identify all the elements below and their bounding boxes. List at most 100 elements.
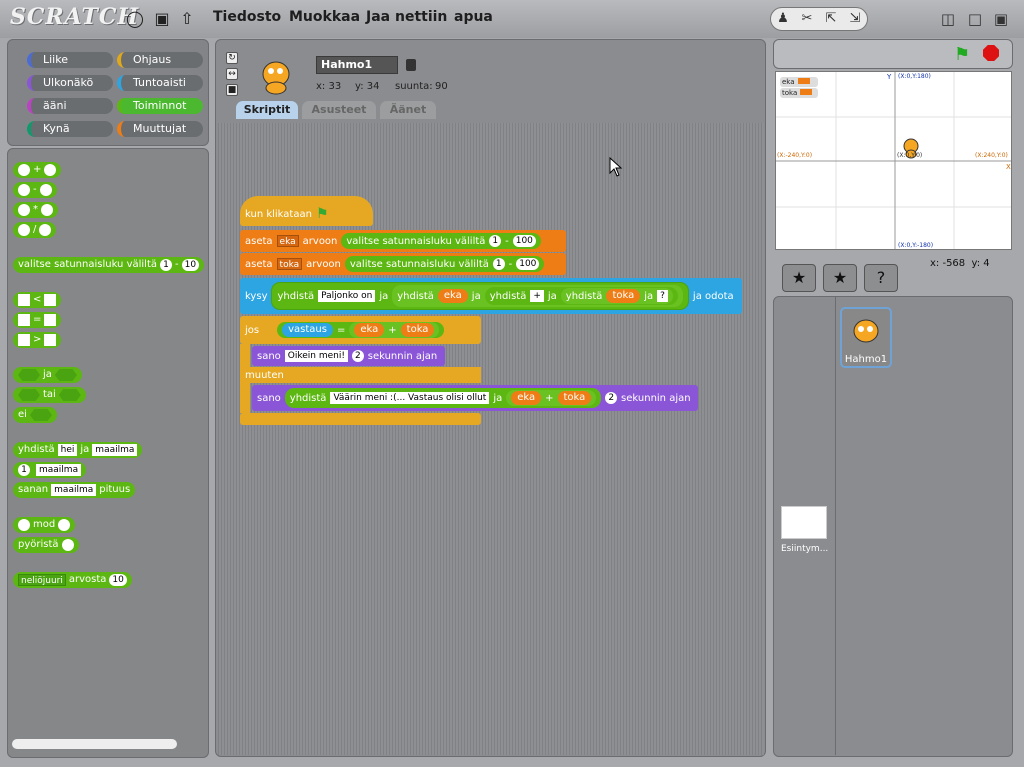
block-add[interactable]: +: [13, 162, 62, 178]
block-join[interactable]: yhdistä hei ja maailma: [13, 442, 143, 458]
join-text[interactable]: ?: [657, 290, 668, 302]
lock-icon[interactable]: [406, 59, 416, 71]
block-greater-than[interactable]: >: [13, 332, 62, 348]
letter-index[interactable]: 1: [18, 464, 30, 476]
flip-icon[interactable]: ↔: [226, 68, 238, 80]
block-or[interactable]: tai: [13, 387, 86, 403]
block-length-of[interactable]: sanan maailma pituus: [13, 482, 136, 498]
random-to[interactable]: 10: [181, 259, 200, 271]
grow-icon[interactable]: ⇱: [821, 10, 841, 28]
random-to[interactable]: 100: [512, 235, 536, 247]
delete-icon[interactable]: ✂: [797, 10, 817, 28]
block-mod[interactable]: mod: [13, 517, 76, 533]
add-reporter[interactable]: eka + toka: [506, 390, 597, 406]
join-reporter[interactable]: yhdistä Paljonko on ja yhdistä eka ja yhdistä +…: [271, 282, 689, 310]
block-sqrt[interactable]: neliöjuuri arvosta 10: [13, 572, 132, 588]
sprite-thumbnail-hahmo1[interactable]: Hahmo1: [840, 307, 892, 368]
tab-sounds[interactable]: Äänet: [380, 101, 436, 119]
block-set-toka[interactable]: aseta toka arvoon valitse satunnaisluku väl…: [240, 253, 566, 275]
join-text[interactable]: Väärin meni :(... Vastaus olisi ollut: [330, 392, 490, 404]
category-control[interactable]: Ohjaus: [117, 52, 203, 68]
block-say-correct[interactable]: sano Oikein meni! 2 sekunnin ajan: [252, 346, 445, 366]
presentation-icon[interactable]: ▣: [990, 10, 1012, 28]
globe-icon[interactable]: ◯: [126, 10, 144, 28]
paint-sprite-icon[interactable]: ★: [782, 264, 816, 292]
variable-toka[interactable]: toka: [400, 323, 435, 337]
random-from[interactable]: 1: [489, 235, 502, 247]
block-multiply[interactable]: *: [13, 202, 58, 218]
variable-toka[interactable]: toka: [606, 289, 641, 303]
answer-reporter[interactable]: vastaus: [282, 323, 333, 337]
equals-reporter[interactable]: vastaus = eka + toka: [277, 322, 445, 338]
surprise-sprite-icon[interactable]: ?: [864, 264, 898, 292]
block-equals[interactable]: =: [13, 312, 62, 328]
join-reporter[interactable]: yhdistä Väärin meni :(... Vastaus olisi o…: [284, 388, 602, 408]
join-reporter[interactable]: yhdistä + ja yhdistä toka ja?: [484, 287, 678, 305]
shrink-icon[interactable]: ⇲: [845, 10, 865, 28]
menu-file[interactable]: Tiedosto: [213, 9, 281, 25]
variable-dropdown[interactable]: eka: [276, 235, 299, 247]
block-ask-and-wait[interactable]: kysy yhdistä Paljonko on ja yhdistä eka ja yhdi…: [240, 278, 742, 314]
block-not[interactable]: ei: [13, 407, 57, 423]
block-set-eka[interactable]: aseta eka arvoon valitse satunnaisluku väli…: [240, 230, 566, 252]
menu-share[interactable]: Jaa nettiin: [366, 9, 447, 25]
say-seconds[interactable]: 2: [605, 392, 618, 404]
join-text[interactable]: +: [530, 290, 544, 302]
say-seconds[interactable]: 2: [352, 350, 364, 362]
category-looks[interactable]: Ulkonäkö: [27, 75, 113, 91]
small-stage-icon[interactable]: □: [964, 10, 986, 28]
stage-thumbnail[interactable]: [781, 506, 827, 539]
save-icon[interactable]: ▣: [153, 10, 171, 28]
category-operators[interactable]: Toiminnot: [117, 98, 203, 114]
block-letter-of[interactable]: 1 maailma: [13, 462, 87, 478]
variable-watcher-eka[interactable]: eka: [780, 77, 818, 87]
choose-sprite-icon[interactable]: ★: [823, 264, 857, 292]
sqrt-value[interactable]: 10: [109, 574, 127, 586]
variable-eka[interactable]: eka: [354, 323, 385, 337]
tab-scripts[interactable]: Skriptit: [236, 101, 298, 119]
random-to[interactable]: 100: [516, 258, 540, 270]
stop-icon[interactable]: [983, 45, 999, 61]
green-flag-icon[interactable]: ⚑: [954, 44, 970, 65]
random-reporter[interactable]: valitse satunnaisluku väliltä 1-100: [344, 256, 545, 272]
add-reporter[interactable]: eka + toka: [349, 322, 440, 338]
share-icon[interactable]: ⇧: [178, 10, 196, 28]
variable-dropdown[interactable]: toka: [276, 258, 303, 270]
join-text[interactable]: Paljonko on: [318, 290, 376, 302]
variable-eka[interactable]: eka: [511, 391, 542, 405]
join-reporter[interactable]: yhdistä toka ja?: [560, 288, 673, 304]
join-reporter[interactable]: yhdistä eka ja yhdistä + ja yhdistä toka ja?: [392, 285, 683, 307]
category-variables[interactable]: Muuttujat: [117, 121, 203, 137]
stage[interactable]: eka toka (X:0,Y:180) (X:0,Y:-180) (X:-24…: [775, 71, 1012, 250]
join-b[interactable]: maailma: [92, 444, 138, 456]
category-sound[interactable]: ääni: [27, 98, 113, 114]
block-subtract[interactable]: -: [13, 182, 57, 198]
normal-stage-icon[interactable]: ◫: [937, 10, 959, 28]
function-dropdown[interactable]: neliöjuuri: [18, 574, 66, 586]
hat-when-flag-clicked[interactable]: kun klikataan ⚑: [240, 196, 373, 226]
random-reporter[interactable]: valitse satunnaisluku väliltä 1-100: [341, 233, 541, 249]
duplicate-icon[interactable]: ♟: [773, 10, 793, 28]
block-less-than[interactable]: <: [13, 292, 62, 308]
block-random[interactable]: valitse satunnaisluku väliltä 1-10: [13, 257, 205, 273]
random-from[interactable]: 1: [492, 258, 505, 270]
menu-help[interactable]: apua: [454, 9, 493, 25]
palette-scrollbar[interactable]: [12, 739, 177, 749]
join-a[interactable]: hei: [57, 444, 78, 456]
variable-watcher-toka[interactable]: toka: [780, 88, 818, 98]
block-say-wrong[interactable]: sano yhdistä Väärin meni :(... Vastaus oli…: [252, 385, 698, 411]
sprite-name-field[interactable]: Hahmo1: [316, 56, 398, 74]
block-if-else[interactable]: jos vastaus = eka + toka: [240, 316, 481, 344]
category-sensing[interactable]: Tuntoaisti: [117, 75, 203, 91]
rotate-icon[interactable]: ↻: [226, 52, 238, 64]
block-divide[interactable]: /: [13, 222, 57, 238]
tab-costumes[interactable]: Asusteet: [302, 101, 376, 119]
variable-eka[interactable]: eka: [437, 289, 468, 303]
letter-word[interactable]: maailma: [36, 464, 82, 476]
block-round[interactable]: pyöristä: [13, 537, 79, 553]
no-rotate-icon[interactable]: ■: [226, 84, 238, 96]
length-word[interactable]: maailma: [51, 484, 97, 496]
category-motion[interactable]: Liike: [27, 52, 113, 68]
say-text[interactable]: Oikein meni!: [284, 350, 348, 362]
block-and[interactable]: ja: [13, 367, 82, 383]
